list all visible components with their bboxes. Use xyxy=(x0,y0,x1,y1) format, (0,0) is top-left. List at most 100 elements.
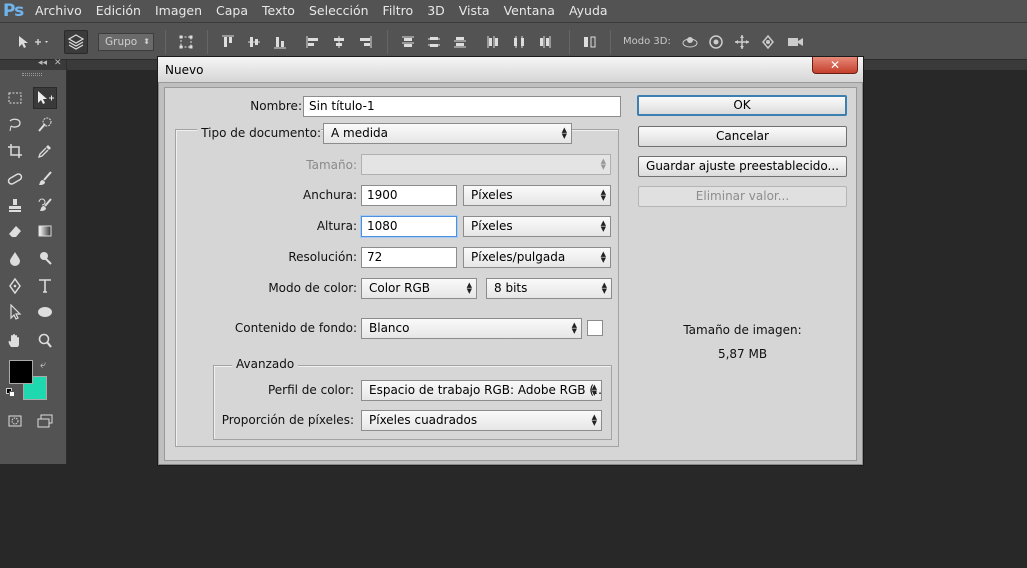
menu-edicion[interactable]: Edición xyxy=(89,0,148,22)
menu-ventana[interactable]: Ventana xyxy=(497,0,562,22)
close-button[interactable]: ✕ xyxy=(812,57,858,74)
eyedropper-icon[interactable] xyxy=(33,140,57,162)
name-field[interactable]: Sin título-1 xyxy=(303,96,621,117)
pixel-aspect-dropdown[interactable]: Píxeles cuadrados ▲ ▼ xyxy=(361,410,602,431)
resolution-label: Resolución: xyxy=(288,250,357,264)
bit-depth-dropdown[interactable]: 8 bits ▲ ▼ xyxy=(486,278,612,299)
ok-button[interactable]: OK xyxy=(637,95,847,116)
auto-select-layers-icon[interactable] xyxy=(64,30,88,54)
3d-roll-icon[interactable] xyxy=(706,32,726,52)
hand-icon[interactable] xyxy=(3,330,27,352)
menu-archivo[interactable]: Archivo xyxy=(28,0,89,22)
zoom-icon[interactable] xyxy=(33,330,57,352)
path-selection-icon[interactable] xyxy=(3,301,27,323)
document-type-label: Tipo de documento: xyxy=(197,126,321,140)
auto-select-group-dropdown[interactable]: Grupo ⬍ xyxy=(98,33,154,51)
height-unit-dropdown[interactable]: Píxeles ▲ ▼ xyxy=(463,216,611,237)
3d-rotate-icon[interactable] xyxy=(680,32,700,52)
ellipse-icon[interactable] xyxy=(33,301,57,323)
menu-seleccion[interactable]: Selección xyxy=(302,0,376,22)
align-right-icon[interactable] xyxy=(355,32,375,52)
toolbox: ◂◂ ✕ ⤶ xyxy=(0,58,67,464)
distribute-right-icon[interactable] xyxy=(535,32,555,52)
distribute-horizontal-center-icon[interactable] xyxy=(509,32,529,52)
align-top-icon[interactable] xyxy=(218,32,238,52)
distribute-left-icon[interactable] xyxy=(483,32,503,52)
type-icon[interactable] xyxy=(33,275,57,297)
toolbox-grip[interactable] xyxy=(22,73,42,76)
dropdown-arrows-icon: ▲ ▼ xyxy=(466,281,472,295)
brush-icon[interactable] xyxy=(33,168,57,190)
resolution-field[interactable]: 72 xyxy=(361,247,457,268)
width-label: Anchura: xyxy=(303,188,357,202)
close-icon[interactable]: ✕ xyxy=(54,58,62,68)
background-contents-dropdown[interactable]: Blanco ▲ ▼ xyxy=(361,318,582,339)
resolution-unit-dropdown[interactable]: Píxeles/pulgada ▲ ▼ xyxy=(463,247,611,268)
align-vertical-center-icon[interactable] xyxy=(244,32,264,52)
swap-colors-icon[interactable]: ⤶ xyxy=(40,358,46,372)
menu-ayuda[interactable]: Ayuda xyxy=(562,0,615,22)
dropdown-arrows-icon: ▲ ▼ xyxy=(601,281,607,295)
distribute-bottom-icon[interactable] xyxy=(450,32,470,52)
3d-slide-icon[interactable] xyxy=(758,32,778,52)
toolbox-header[interactable]: ◂◂ ✕ xyxy=(0,58,66,70)
pen-icon[interactable] xyxy=(3,275,27,297)
height-field[interactable]: 1080 xyxy=(361,216,457,237)
color-mode-value: Color RGB xyxy=(369,281,431,295)
clone-stamp-icon[interactable] xyxy=(3,195,27,217)
foreground-color-swatch[interactable] xyxy=(9,360,33,384)
group-select-value: Grupo xyxy=(105,36,138,48)
align-bottom-icon[interactable] xyxy=(270,32,290,52)
photoshop-logo: Ps xyxy=(3,1,24,21)
transform-controls-icon[interactable] xyxy=(176,32,196,52)
quick-mask-icon[interactable] xyxy=(3,410,27,432)
dropdown-arrows-icon: ▲ ▼ xyxy=(600,219,606,233)
width-unit-value: Píxeles xyxy=(471,188,513,202)
distribute-vertical-center-icon[interactable] xyxy=(424,32,444,52)
document-type-value: A medida xyxy=(331,126,389,140)
move-tool-preset-icon[interactable] xyxy=(16,32,52,52)
image-size-label: Tamaño de imagen: xyxy=(683,323,802,337)
dodge-icon[interactable] xyxy=(33,247,57,269)
dialog-title: Nuevo xyxy=(165,63,204,77)
eraser-icon[interactable] xyxy=(3,220,27,242)
menu-filtro[interactable]: Filtro xyxy=(376,0,421,22)
blur-icon[interactable] xyxy=(3,247,27,269)
align-left-icon[interactable] xyxy=(303,32,323,52)
collapse-arrows-icon[interactable]: ◂◂ xyxy=(38,58,47,68)
divider xyxy=(387,30,388,54)
menu-imagen[interactable]: Imagen xyxy=(148,0,209,22)
cancel-button[interactable]: Cancelar xyxy=(638,126,847,147)
menu-capa[interactable]: Capa xyxy=(209,0,255,22)
color-profile-dropdown[interactable]: Espacio de trabajo RGB: Adobe RGB (… ▲ ▼ xyxy=(361,380,602,401)
menu-3d[interactable]: 3D xyxy=(420,0,452,22)
menu-vista[interactable]: Vista xyxy=(452,0,497,22)
width-unit-dropdown[interactable]: Píxeles ▲ ▼ xyxy=(463,185,611,206)
auto-align-layers-icon[interactable] xyxy=(580,32,600,52)
history-brush-icon[interactable] xyxy=(33,195,57,217)
move-tool-icon[interactable] xyxy=(33,87,57,109)
align-horizontal-center-icon[interactable] xyxy=(329,32,349,52)
quick-selection-icon[interactable] xyxy=(33,114,57,136)
default-colors-icon[interactable] xyxy=(6,388,16,398)
3d-scale-camera-icon[interactable] xyxy=(784,32,806,52)
divider xyxy=(569,30,570,54)
distribute-top-icon[interactable] xyxy=(398,32,418,52)
menu-texto[interactable]: Texto xyxy=(255,0,302,22)
color-profile-label: Perfil de color: xyxy=(267,383,354,397)
crop-icon[interactable] xyxy=(3,140,27,162)
document-type-dropdown[interactable]: A medida ▲ ▼ xyxy=(323,123,572,144)
screen-mode-icon[interactable] xyxy=(33,410,57,432)
divider xyxy=(610,30,611,54)
save-preset-button[interactable]: Guardar ajuste preestablecido... xyxy=(638,156,847,177)
menu-bar: Ps Archivo Edición Imagen Capa Texto Sel… xyxy=(0,0,1027,22)
3d-pan-icon[interactable] xyxy=(732,32,752,52)
background-color-swatch[interactable] xyxy=(587,320,603,336)
healing-brush-icon[interactable] xyxy=(3,168,27,190)
rectangular-marquee-icon[interactable] xyxy=(3,87,27,109)
color-mode-dropdown[interactable]: Color RGB ▲ ▼ xyxy=(361,278,477,299)
gradient-icon[interactable] xyxy=(33,220,57,242)
width-field[interactable]: 1900 xyxy=(361,185,457,206)
dialog-titlebar[interactable]: Nuevo ✕ xyxy=(158,57,863,83)
lasso-icon[interactable] xyxy=(3,114,27,136)
